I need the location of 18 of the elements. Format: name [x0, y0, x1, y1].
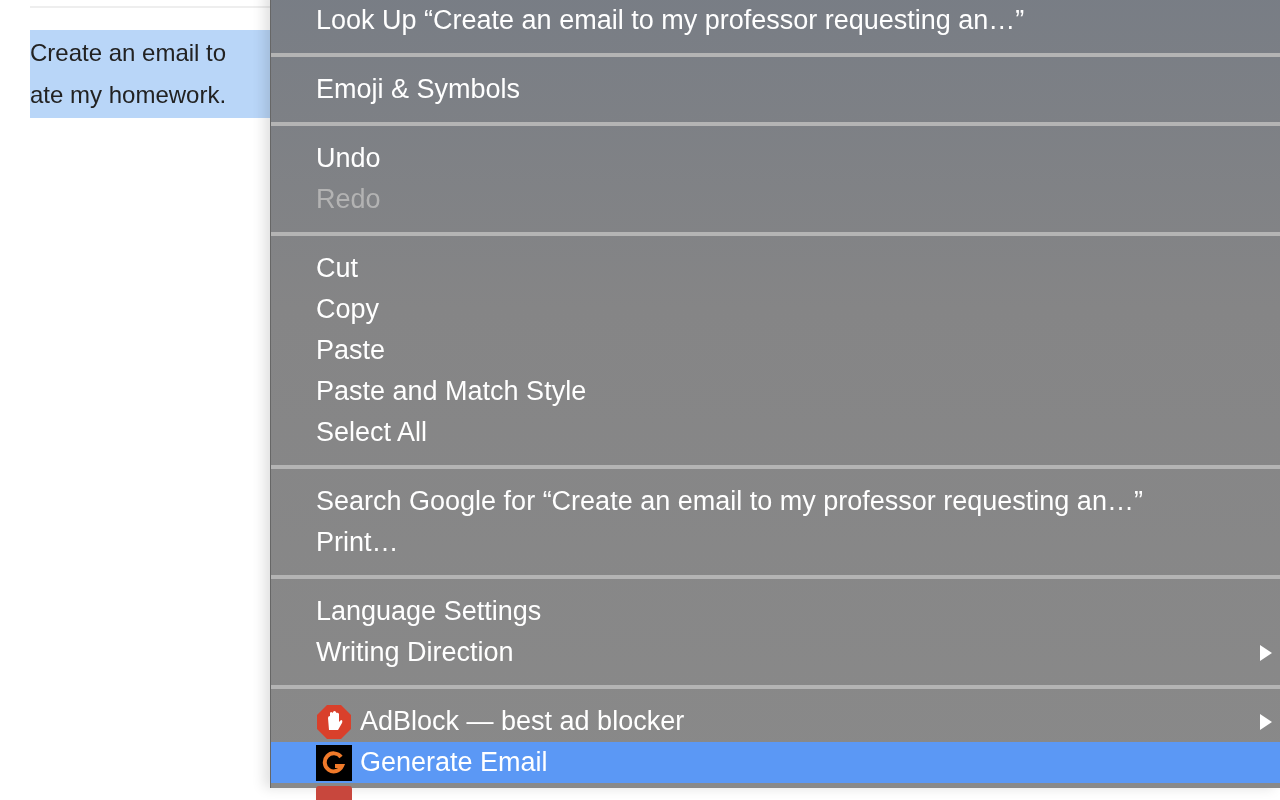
menu-item[interactable]: Undo — [271, 138, 1280, 179]
menu-item[interactable]: Paste and Match Style — [271, 371, 1280, 412]
menu-item[interactable]: Emoji & Symbols — [271, 69, 1280, 110]
menu-item[interactable]: Copy — [271, 289, 1280, 330]
menu-item[interactable]: Search Google for “Create an email to my professor requesting an…” — [271, 481, 1280, 522]
menu-item[interactable]: Select All — [271, 412, 1280, 453]
menu-item[interactable]: Language Settings — [271, 591, 1280, 632]
menu-item[interactable]: Print… — [271, 522, 1280, 563]
document-text: Create an email to — [30, 38, 228, 68]
letter-g-icon — [316, 744, 352, 781]
stop-hand-icon — [316, 703, 352, 740]
menu-item[interactable]: Cut — [271, 248, 1280, 289]
menu-item[interactable]: Look Up “Create an email to my professor requesting an…” — [271, 0, 1280, 41]
document-text: ate my homework. — [30, 80, 228, 110]
menu-item[interactable]: Paste — [271, 330, 1280, 371]
menu-item[interactable]: Generate Email — [271, 742, 1280, 783]
menu-item[interactable]: AdBlock — best ad blocker — [271, 701, 1280, 742]
menu-item[interactable]: Writing Direction — [271, 632, 1280, 673]
